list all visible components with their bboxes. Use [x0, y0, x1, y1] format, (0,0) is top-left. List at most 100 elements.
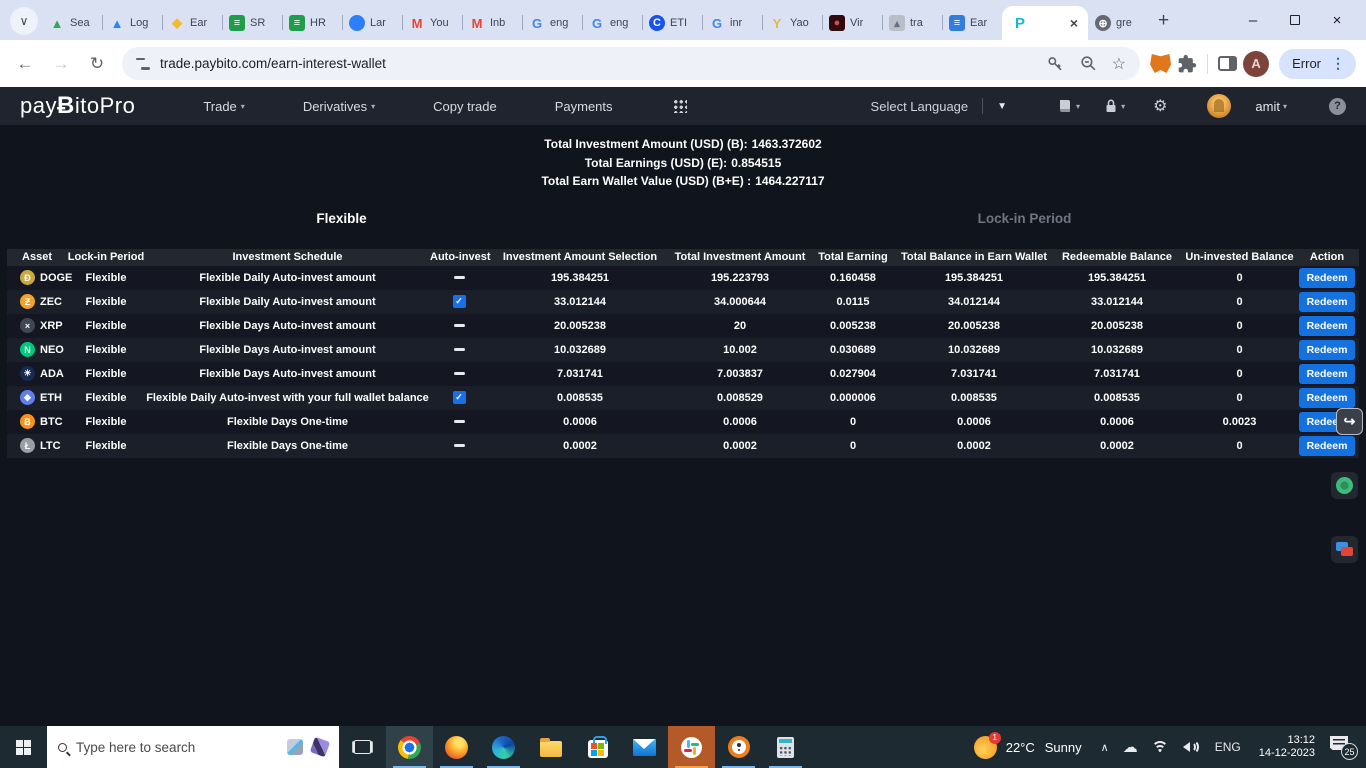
browser-tab[interactable]: M Inb × [462, 10, 522, 36]
apps-grid-icon[interactable] [672, 99, 687, 113]
browser-tab[interactable]: ▴ tra × [882, 10, 942, 36]
browser-tab[interactable]: ⊕ gre × [1088, 10, 1148, 36]
extensions-puzzle-icon[interactable] [1177, 54, 1197, 74]
browser-tab[interactable]: ▲ Log × [102, 10, 162, 36]
new-tab-button[interactable]: + [1158, 10, 1169, 32]
browser-tab[interactable]: G eng × [522, 10, 582, 36]
browser-tab[interactable]: Lar × [342, 10, 402, 36]
autoinvest-checkbox[interactable]: ✓ [452, 295, 466, 308]
browser-tab[interactable]: ≡ HR × [282, 10, 342, 36]
taskbar-calculator[interactable] [762, 726, 809, 768]
taskbar-search[interactable]: Type here to search [47, 726, 339, 768]
select-language-label[interactable]: Select Language [871, 99, 969, 114]
volume-icon[interactable] [1176, 726, 1206, 768]
back-button[interactable]: ← [10, 49, 40, 79]
browser-tab[interactable]: P × [1002, 6, 1088, 40]
browser-tab[interactable]: ◆ Ear × [162, 10, 222, 36]
asset-cell: Ƶ ZEC [7, 294, 67, 309]
taskbar-slack[interactable] [668, 726, 715, 768]
autoinvest-cell: ✓ [430, 347, 488, 352]
support-widget-button[interactable] [1331, 472, 1358, 499]
openvpn-icon [727, 736, 750, 758]
start-button[interactable] [0, 726, 47, 768]
browser-tab[interactable]: M You × [402, 10, 462, 36]
taskbar-edge[interactable] [480, 726, 527, 768]
asset-cell: Đ DOGE [7, 270, 72, 285]
redeem-button[interactable]: Redeem [1298, 363, 1356, 384]
browser-tab[interactable]: Y Yao × [762, 10, 822, 36]
redeem-button[interactable]: Redeem [1298, 339, 1356, 360]
metamask-extension-icon[interactable] [1150, 54, 1172, 73]
taskbar-openvpn[interactable] [715, 726, 762, 768]
help-icon[interactable]: ? [1329, 97, 1346, 115]
browser-tab[interactable]: ▲ Sea × [42, 10, 102, 36]
taskbar-firefox[interactable] [433, 726, 480, 768]
tray-expand-button[interactable]: ∧ [1094, 726, 1116, 768]
browser-tab[interactable]: ≡ Ear × [942, 10, 1002, 36]
taskbar-clock[interactable]: 13:12 14-12-2023 [1250, 734, 1324, 760]
reload-button[interactable]: ↻ [82, 49, 112, 79]
feedback-chat-button[interactable] [1331, 536, 1358, 563]
minimize-button[interactable]: – [1232, 0, 1274, 40]
menu-dots-icon[interactable]: ⋮ [1326, 55, 1350, 72]
forward-button[interactable]: → [46, 49, 76, 79]
url-text[interactable]: trade.paybito.com/earn-interest-wallet [160, 56, 1036, 71]
wifi-icon[interactable] [1145, 726, 1176, 768]
profile-avatar[interactable]: A [1243, 50, 1270, 77]
browser-tab[interactable]: G eng × [582, 10, 642, 36]
zoom-icon[interactable] [1079, 54, 1098, 73]
column-header: Total Investment Amount [674, 251, 806, 263]
taskbar-chrome[interactable] [386, 726, 433, 768]
keyboard-language[interactable]: ENG [1206, 726, 1250, 768]
maximize-button[interactable] [1274, 0, 1316, 40]
redeem-button[interactable]: Redeem [1298, 435, 1356, 456]
notification-center-button[interactable]: 25 [1330, 736, 1358, 760]
settings-gear-icon[interactable]: ⚙ [1153, 96, 1167, 116]
bookmark-star-icon[interactable]: ☆ [1112, 54, 1126, 74]
nav-menu: Trade ▾ Derivatives ▾ Copy trade ▾ Payme… [203, 99, 612, 114]
nav-menu-item[interactable]: Trade ▾ [203, 99, 245, 114]
nav-menu-item[interactable]: Derivatives ▾ [303, 99, 375, 114]
column-header: Action [1309, 251, 1345, 263]
side-panel-icon[interactable] [1218, 56, 1238, 71]
task-view-button[interactable] [339, 726, 386, 768]
period-tab[interactable]: Flexible [0, 211, 683, 235]
address-bar[interactable]: trade.paybito.com/earn-interest-wallet ☆ [122, 47, 1141, 80]
taskbar-file-explorer[interactable] [527, 726, 574, 768]
weather-widget[interactable]: 1 22°C Sunny [962, 731, 1094, 759]
share-widget-button[interactable]: ↪ [1336, 408, 1363, 435]
schedule-cell: Flexible Daily Auto-invest amount [199, 295, 376, 308]
taskbar-microsoft-store[interactable] [574, 726, 621, 768]
language-caret-icon[interactable]: ▼ [997, 101, 1007, 112]
user-menu[interactable]: amit ▾ [1255, 99, 1287, 114]
redeem-button[interactable]: Redeem [1298, 267, 1356, 288]
browser-tab[interactable]: ● Vir × [822, 10, 882, 36]
column-header: Total Earning [818, 251, 888, 263]
table-row: Ƶ ZEC Flexible Flexible Daily Auto-inves… [7, 289, 1359, 314]
tab-label: HR [310, 17, 326, 29]
site-info-icon[interactable] [136, 57, 150, 70]
period-tab[interactable]: Lock-in Period [683, 211, 1366, 235]
browser-tab[interactable]: G inr × [702, 10, 762, 36]
password-key-icon[interactable] [1046, 54, 1065, 73]
browser-tab[interactable]: ≡ SR × [222, 10, 282, 36]
redeemable-cell: 0.008535 [1094, 391, 1140, 404]
redeem-button[interactable]: Redeem [1298, 291, 1356, 312]
tab-close-icon[interactable]: × [1070, 15, 1078, 31]
close-button[interactable]: × [1316, 0, 1358, 40]
tab-search-button[interactable]: ∨ [10, 7, 38, 35]
taskbar-mail[interactable] [621, 726, 668, 768]
onedrive-cloud-icon[interactable]: ☁ [1116, 726, 1145, 768]
paybito-logo[interactable]: pay ɃitoPro [20, 92, 135, 120]
redeem-button[interactable]: Redeem [1298, 387, 1356, 408]
redeem-button[interactable]: Redeem [1298, 315, 1356, 336]
error-menu-button[interactable]: Error ⋮ [1279, 48, 1356, 79]
coin-icon: × [20, 318, 35, 333]
nav-menu-item[interactable]: Copy trade ▾ [433, 99, 497, 114]
user-avatar[interactable] [1207, 94, 1232, 118]
nav-menu-item[interactable]: Payments ▾ [555, 99, 613, 114]
orders-menu[interactable]: ▾ [1057, 98, 1080, 114]
browser-tab[interactable]: C ETI × [642, 10, 702, 36]
security-menu[interactable]: ▾ [1104, 98, 1125, 114]
autoinvest-checkbox[interactable]: ✓ [452, 391, 466, 404]
